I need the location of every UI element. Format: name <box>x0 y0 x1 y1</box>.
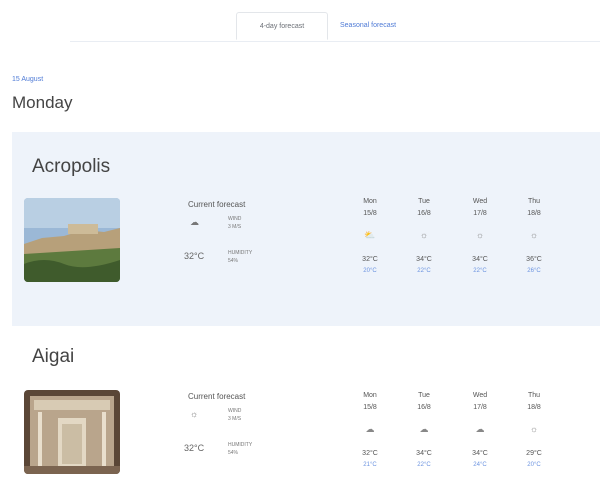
humidity-info: HUMIDITY 54% <box>228 249 252 265</box>
forecast-day-name: Wed <box>472 198 488 205</box>
forecast-day-name: Mon <box>363 392 377 399</box>
current-date: 15 August <box>12 76 44 83</box>
site-title: Aigai <box>32 346 75 367</box>
tabs-divider <box>70 41 600 42</box>
forecast-day-date: 18/8 <box>527 210 541 217</box>
site-card-aigai: Aigai Current forecast ☼ WIND 3 M/S 32°C… <box>12 326 600 496</box>
sun-icon: ☼ <box>529 424 539 434</box>
forecast-day-name: Tue <box>418 198 430 205</box>
current-day: Monday <box>12 93 73 112</box>
wind-label: WIND <box>228 408 242 414</box>
sun-icon: ☼ <box>419 230 429 240</box>
cloud-icon: ☁ <box>419 424 429 434</box>
current-forecast-heading: Current forecast <box>188 200 246 209</box>
forecast-day: Wed 17/8 ☁ 34°C 24°C <box>460 392 500 468</box>
current-forecast: Current forecast ☁ WIND 3 M/S 32°C HUMID… <box>184 200 304 277</box>
humidity-info: HUMIDITY 54% <box>228 441 252 457</box>
wind-label: WIND <box>228 216 242 222</box>
site-photo <box>24 198 120 282</box>
forecast-low: 22°C <box>417 462 431 468</box>
forecast-day-date: 15/8 <box>363 210 377 217</box>
forecast-day-name: Mon <box>363 198 377 205</box>
forecast-day-date: 15/8 <box>363 404 377 411</box>
forecast-high: 34°C <box>472 450 488 457</box>
site-photo <box>24 390 120 474</box>
forecast-day-name: Thu <box>527 198 541 205</box>
forecast-day-name: Wed <box>472 392 488 399</box>
forecast-tabs: 4-day forecast Seasonal forecast <box>0 12 600 42</box>
forecast-day: Thu 18/8 ☼ 29°C 20°C <box>514 392 554 468</box>
sun-icon: ☼ <box>475 230 485 240</box>
current-forecast-heading: Current forecast <box>188 392 246 401</box>
forecast-day-name: Tue <box>418 392 430 399</box>
forecast-low: 24°C <box>473 462 487 468</box>
sun-cloud-icon: ⛅ <box>364 230 376 240</box>
forecast-day: Mon 15/8 ⛅ 32°C 20°C <box>350 198 390 274</box>
forecast-high: 32°C <box>362 450 378 457</box>
forecast-day-date: 16/8 <box>417 404 431 411</box>
cloud-icon: ☁ <box>475 424 485 434</box>
forecast-day: Tue 16/8 ☁ 34°C 22°C <box>404 392 444 468</box>
humidity-label: HUMIDITY <box>228 442 253 448</box>
wind-row: ☁ WIND 3 M/S <box>184 215 304 243</box>
forecast-high: 34°C <box>416 256 432 263</box>
humidity-value: 54% <box>228 450 239 456</box>
tab-4-day-forecast[interactable]: 4-day forecast <box>236 12 328 40</box>
forecast-low: 22°C <box>417 268 431 274</box>
cloud-icon: ☁ <box>365 424 375 434</box>
wind-info: WIND 3 M/S <box>228 407 241 423</box>
site-card-acropolis: Acropolis Current forecast ☁ WIND 3 M/S … <box>12 132 600 326</box>
current-temperature: 32°C <box>184 443 205 453</box>
forecast-low: 20°C <box>363 268 377 274</box>
forecast-high: 29°C <box>526 450 542 457</box>
forecast-low: 22°C <box>473 268 487 274</box>
tab-seasonal-forecast[interactable]: Seasonal forecast <box>330 12 440 40</box>
current-temperature: 32°C <box>184 251 205 261</box>
forecast-high: 34°C <box>416 450 432 457</box>
wind-value: 3 M/S <box>228 416 242 422</box>
forecast-day-date: 16/8 <box>417 210 431 217</box>
forecast-day-date: 18/8 <box>527 404 541 411</box>
wind-row: ☼ WIND 3 M/S <box>184 407 304 435</box>
humidity-label: HUMIDITY <box>228 250 253 256</box>
forecast-high: 34°C <box>472 256 488 263</box>
forecast-high: 36°C <box>526 256 542 263</box>
sun-icon: ☼ <box>190 409 199 419</box>
cloud-icon: ☁ <box>190 217 199 227</box>
humidity-value: 54% <box>228 258 239 264</box>
forecast-day: Wed 17/8 ☼ 34°C 22°C <box>460 198 500 274</box>
forecast-high: 32°C <box>362 256 378 263</box>
temp-row: 32°C HUMIDITY 54% <box>184 441 304 469</box>
forecast-low: 26°C <box>527 268 541 274</box>
forecast-day: Tue 16/8 ☼ 34°C 22°C <box>404 198 444 274</box>
forecast-day-date: 17/8 <box>473 210 487 217</box>
temp-row: 32°C HUMIDITY 54% <box>184 249 304 277</box>
wind-value: 3 M/S <box>228 224 242 230</box>
sun-icon: ☼ <box>529 230 539 240</box>
forecast-low: 21°C <box>363 462 377 468</box>
forecast-day-date: 17/8 <box>473 404 487 411</box>
forecast-day: Mon 15/8 ☁ 32°C 21°C <box>350 392 390 468</box>
current-forecast: Current forecast ☼ WIND 3 M/S 32°C HUMID… <box>184 392 304 469</box>
forecast-day: Thu 18/8 ☼ 36°C 26°C <box>514 198 554 274</box>
forecast-day-name: Thu <box>527 392 541 399</box>
site-title: Acropolis <box>32 156 111 177</box>
wind-info: WIND 3 M/S <box>228 215 241 231</box>
forecast-low: 20°C <box>527 462 541 468</box>
